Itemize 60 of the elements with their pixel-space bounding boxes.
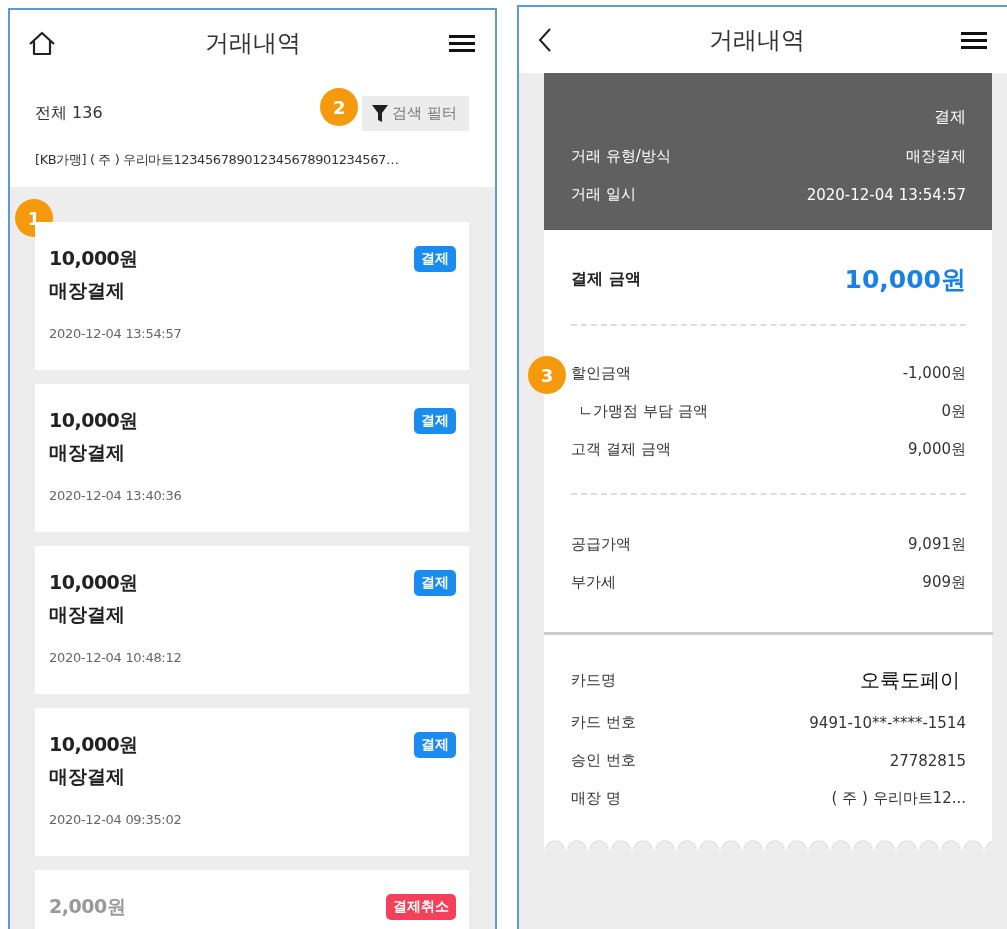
field-value: ( 주 ) 우리마트12... (831, 789, 966, 808)
transaction-method: 매장결제 (49, 278, 125, 303)
transaction-amount: 2,000원 (49, 894, 126, 919)
field-label: 할인금액 (571, 364, 631, 383)
transaction-card[interactable]: 10,000원 매장결제 2020-12-04 09:35:02 결제 (35, 708, 469, 856)
field-value: 9,091원 (908, 535, 966, 554)
field-value: 0원 (941, 402, 966, 421)
filter-button[interactable]: 검색 필터 (362, 96, 469, 131)
transaction-card[interactable]: 10,000원 매장결제 2020-12-04 13:40:36 결제 (35, 384, 469, 532)
menu-icon[interactable] (449, 32, 475, 54)
back-icon[interactable] (537, 27, 553, 53)
field-value: 9491-10**-****-1514 (809, 713, 966, 732)
field-value: 오륙도페이 (860, 667, 960, 694)
field-label: 부가세 (571, 573, 616, 592)
status-badge: 결제 (414, 570, 456, 596)
store-name: [KB가맹] ( 주 ) 우리마트123456789012345678901234567… (35, 151, 399, 169)
status-badge: 결제 (414, 408, 456, 434)
transaction-amount: 10,000원 (49, 732, 138, 757)
transaction-method: 매장결제 (49, 764, 125, 789)
status-badge: 결제 (414, 246, 456, 272)
transaction-card[interactable]: 2,000원 결제취소 (35, 870, 469, 929)
field-value: 2020-12-04 13:54:57 (806, 185, 966, 204)
menu-icon[interactable] (961, 29, 987, 51)
transaction-card[interactable]: 10,000원 매장결제 2020-12-04 10:48:12 결제 (35, 546, 469, 694)
field-label: 카드명 (571, 671, 616, 690)
amount-label: 결제 금액 (571, 269, 641, 290)
field-label: 카드 번호 (571, 713, 636, 732)
transaction-datetime: 2020-12-04 13:40:36 (49, 488, 182, 503)
field-label: ㄴ가맹점 부담 금액 (577, 402, 708, 421)
field-label: 공급가액 (571, 535, 631, 554)
status-badge: 결제취소 (386, 894, 456, 920)
transaction-method: 매장결제 (49, 602, 125, 627)
field-value: -1,000원 (902, 364, 966, 383)
screen-title: 거래내역 (204, 28, 301, 59)
annotation-marker: 3 (528, 356, 566, 394)
home-icon[interactable] (28, 30, 56, 56)
field-value: 매장결제 (906, 147, 966, 166)
field-label: 고객 결제 금액 (571, 440, 671, 459)
field-label: 거래 유형/방식 (571, 147, 671, 166)
transaction-amount: 10,000원 (49, 246, 138, 271)
filter-icon (372, 105, 389, 122)
transaction-datetime: 2020-12-04 13:54:57 (49, 326, 182, 341)
field-value: 909원 (922, 573, 966, 592)
field-label: 매장 명 (571, 789, 621, 808)
total-count: 전체 136 (35, 103, 103, 124)
transaction-datetime: 2020-12-04 10:48:12 (49, 650, 182, 665)
transaction-amount: 10,000원 (49, 570, 138, 595)
field-value: 9,000원 (908, 440, 966, 459)
transaction-method: 매장결제 (49, 440, 125, 465)
field-label: 승인 번호 (571, 751, 636, 770)
transaction-card[interactable]: 10,000원 매장결제 2020-12-04 13:54:57 결제 (35, 222, 469, 370)
transaction-datetime: 2020-12-04 09:35:02 (49, 812, 182, 827)
transaction-amount: 10,000원 (49, 408, 138, 433)
field-label: 거래 일시 (571, 185, 636, 204)
transaction-type: 결제 (933, 107, 966, 128)
payment-amount: 10,000원 (844, 264, 966, 296)
screen-title: 거래내역 (709, 25, 805, 56)
field-value: 27782815 (889, 751, 966, 770)
annotation-marker: 2 (320, 88, 359, 126)
status-badge: 결제 (414, 732, 456, 758)
